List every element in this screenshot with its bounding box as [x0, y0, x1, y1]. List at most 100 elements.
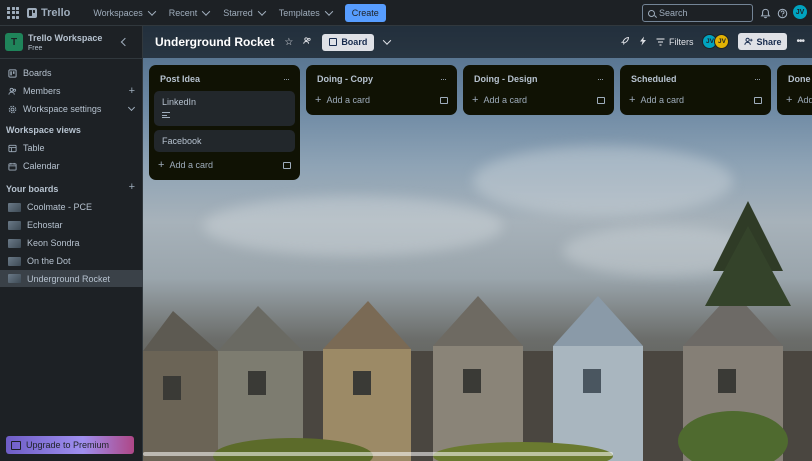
automation-bolt-icon[interactable] [639, 36, 647, 48]
search-icon [648, 9, 655, 17]
search-box[interactable] [642, 4, 753, 22]
upgrade-to-premium-button[interactable]: Upgrade to Premium [6, 436, 134, 454]
app-name: Trello [41, 6, 71, 19]
plus-icon: + [315, 94, 322, 106]
board-header-actions: Filters JV JV Share ••• [620, 33, 805, 50]
filter-icon [656, 37, 665, 46]
calendar-icon [8, 162, 17, 171]
rocket-powerups-icon[interactable] [620, 36, 630, 48]
workspace-visibility-icon[interactable] [303, 36, 312, 48]
board-title[interactable]: Underground Rocket [155, 35, 274, 49]
nav-recent-label: Recent [168, 7, 198, 18]
nav-workspaces[interactable]: Workspaces [86, 4, 161, 22]
plus-icon: + [629, 94, 636, 106]
board-thumbnail [8, 274, 21, 283]
board-view-label: Board [341, 37, 368, 47]
sidebar-board-echostar[interactable]: Echostar [0, 217, 143, 233]
create-from-template-icon[interactable] [597, 96, 605, 104]
chevron-down-icon [147, 6, 156, 16]
star-icon[interactable]: ☆ [284, 37, 293, 48]
search-input[interactable] [659, 8, 739, 18]
list-scheduled: Scheduled ··· + Add a card [620, 65, 771, 115]
add-person-icon [744, 37, 754, 45]
sidebar-board-label: On the Dot [27, 256, 71, 266]
workspace-badge: T [5, 33, 23, 51]
board-thumbnail [8, 256, 21, 266]
sidebar-item-label: Boards [23, 68, 52, 78]
board-header: Underground Rocket ☆ Board Filters JV JV [143, 26, 812, 58]
sidebar-board-underground-rocket[interactable]: Underground Rocket [0, 270, 143, 287]
add-card-row: + Add a card [468, 90, 609, 110]
nav-starred[interactable]: Starred [216, 4, 272, 22]
sidebar-item-calendar[interactable]: Calendar [0, 158, 143, 174]
sidebar-board-label: Underground Rocket [27, 273, 111, 284]
chevron-down-icon [324, 6, 334, 16]
board-thumbnail [8, 238, 21, 248]
notifications-bell-icon[interactable] [758, 6, 772, 20]
member-avatar[interactable]: JV [714, 34, 730, 49]
sidebar-item-table[interactable]: Table [0, 140, 143, 156]
list-title[interactable]: Scheduled [631, 74, 677, 84]
app-switcher-icon[interactable] [6, 6, 20, 20]
user-avatar[interactable]: JV [793, 5, 807, 19]
board-view-button[interactable]: Board [322, 33, 375, 51]
gear-icon [8, 105, 17, 114]
collapse-sidebar-icon[interactable] [120, 37, 130, 47]
sidebar-item-workspace-settings[interactable]: Workspace settings [0, 101, 143, 117]
list-menu-icon[interactable]: ··· [754, 74, 761, 84]
add-member-plus-icon[interactable]: + [129, 85, 135, 97]
add-card-row: + Add a card [625, 90, 766, 110]
create-button[interactable]: Create [344, 3, 386, 22]
help-icon[interactable] [775, 6, 789, 20]
add-card-button[interactable]: + Add a card [158, 159, 213, 171]
nav-recent[interactable]: Recent [162, 4, 217, 22]
add-card-label: Add a card [169, 160, 213, 170]
plus-icon: + [158, 159, 165, 171]
create-from-template-icon[interactable] [754, 96, 762, 104]
add-card-label: Add a card [326, 95, 370, 105]
share-button[interactable]: Share [738, 33, 788, 50]
create-from-template-icon[interactable] [440, 96, 448, 104]
views-chevron-down-icon[interactable] [383, 36, 392, 45]
list-title[interactable]: Post Idea [160, 74, 200, 84]
add-board-plus-icon[interactable]: + [129, 181, 135, 193]
list-done: Done ··· + Add a card [777, 65, 812, 115]
add-card-button[interactable]: + Add a card [315, 94, 370, 106]
sidebar-item-boards[interactable]: Boards [0, 65, 143, 81]
list-menu-icon[interactable]: ··· [283, 74, 290, 84]
workspace-plan: Free [28, 44, 43, 52]
chevron-down-icon [257, 6, 266, 16]
chevron-down-icon [201, 6, 211, 16]
list-title[interactable]: Done [788, 74, 811, 84]
list-menu-icon[interactable]: ··· [440, 74, 447, 84]
premium-icon [11, 440, 21, 450]
nav-templates-label: Templates [278, 7, 320, 18]
list-header: Post Idea ··· [154, 70, 295, 87]
list-menu-icon[interactable]: ··· [597, 74, 604, 84]
card-facebook[interactable]: Facebook [154, 130, 295, 152]
tree-shape [705, 201, 791, 306]
list-header: Scheduled ··· [625, 70, 766, 87]
sidebar-board-keon-sondra[interactable]: Keon Sondra [0, 235, 143, 251]
filters-button[interactable]: Filters [656, 36, 694, 47]
list-doing-design: Doing - Design ··· + Add a card [463, 65, 614, 115]
filters-label: Filters [668, 36, 694, 47]
nav-templates[interactable]: Templates [272, 4, 339, 22]
table-icon [8, 144, 17, 153]
board-menu-icon[interactable]: ••• [796, 36, 804, 47]
sidebar-board-on-the-dot[interactable]: On the Dot [0, 253, 143, 269]
list-title[interactable]: Doing - Copy [317, 74, 373, 84]
add-card-button[interactable]: + Add a card [629, 94, 684, 106]
trello-logo[interactable]: Trello [27, 7, 70, 19]
create-from-template-icon[interactable] [283, 161, 291, 169]
list-title[interactable]: Doing - Design [474, 74, 538, 84]
horizontal-scrollbar[interactable] [143, 452, 613, 456]
card-linkedin[interactable]: LinkedIn [154, 91, 295, 126]
list-doing-copy: Doing - Copy ··· + Add a card [306, 65, 457, 115]
sidebar-item-members[interactable]: Members + [0, 83, 143, 99]
sidebar-board-coolmate[interactable]: Coolmate - PCE [0, 199, 143, 215]
sidebar-item-label: Calendar [23, 161, 60, 171]
add-card-button[interactable]: + Add a card [472, 94, 527, 106]
add-card-button[interactable]: + Add a card [786, 94, 812, 106]
sidebar-item-label: Table [23, 143, 45, 153]
